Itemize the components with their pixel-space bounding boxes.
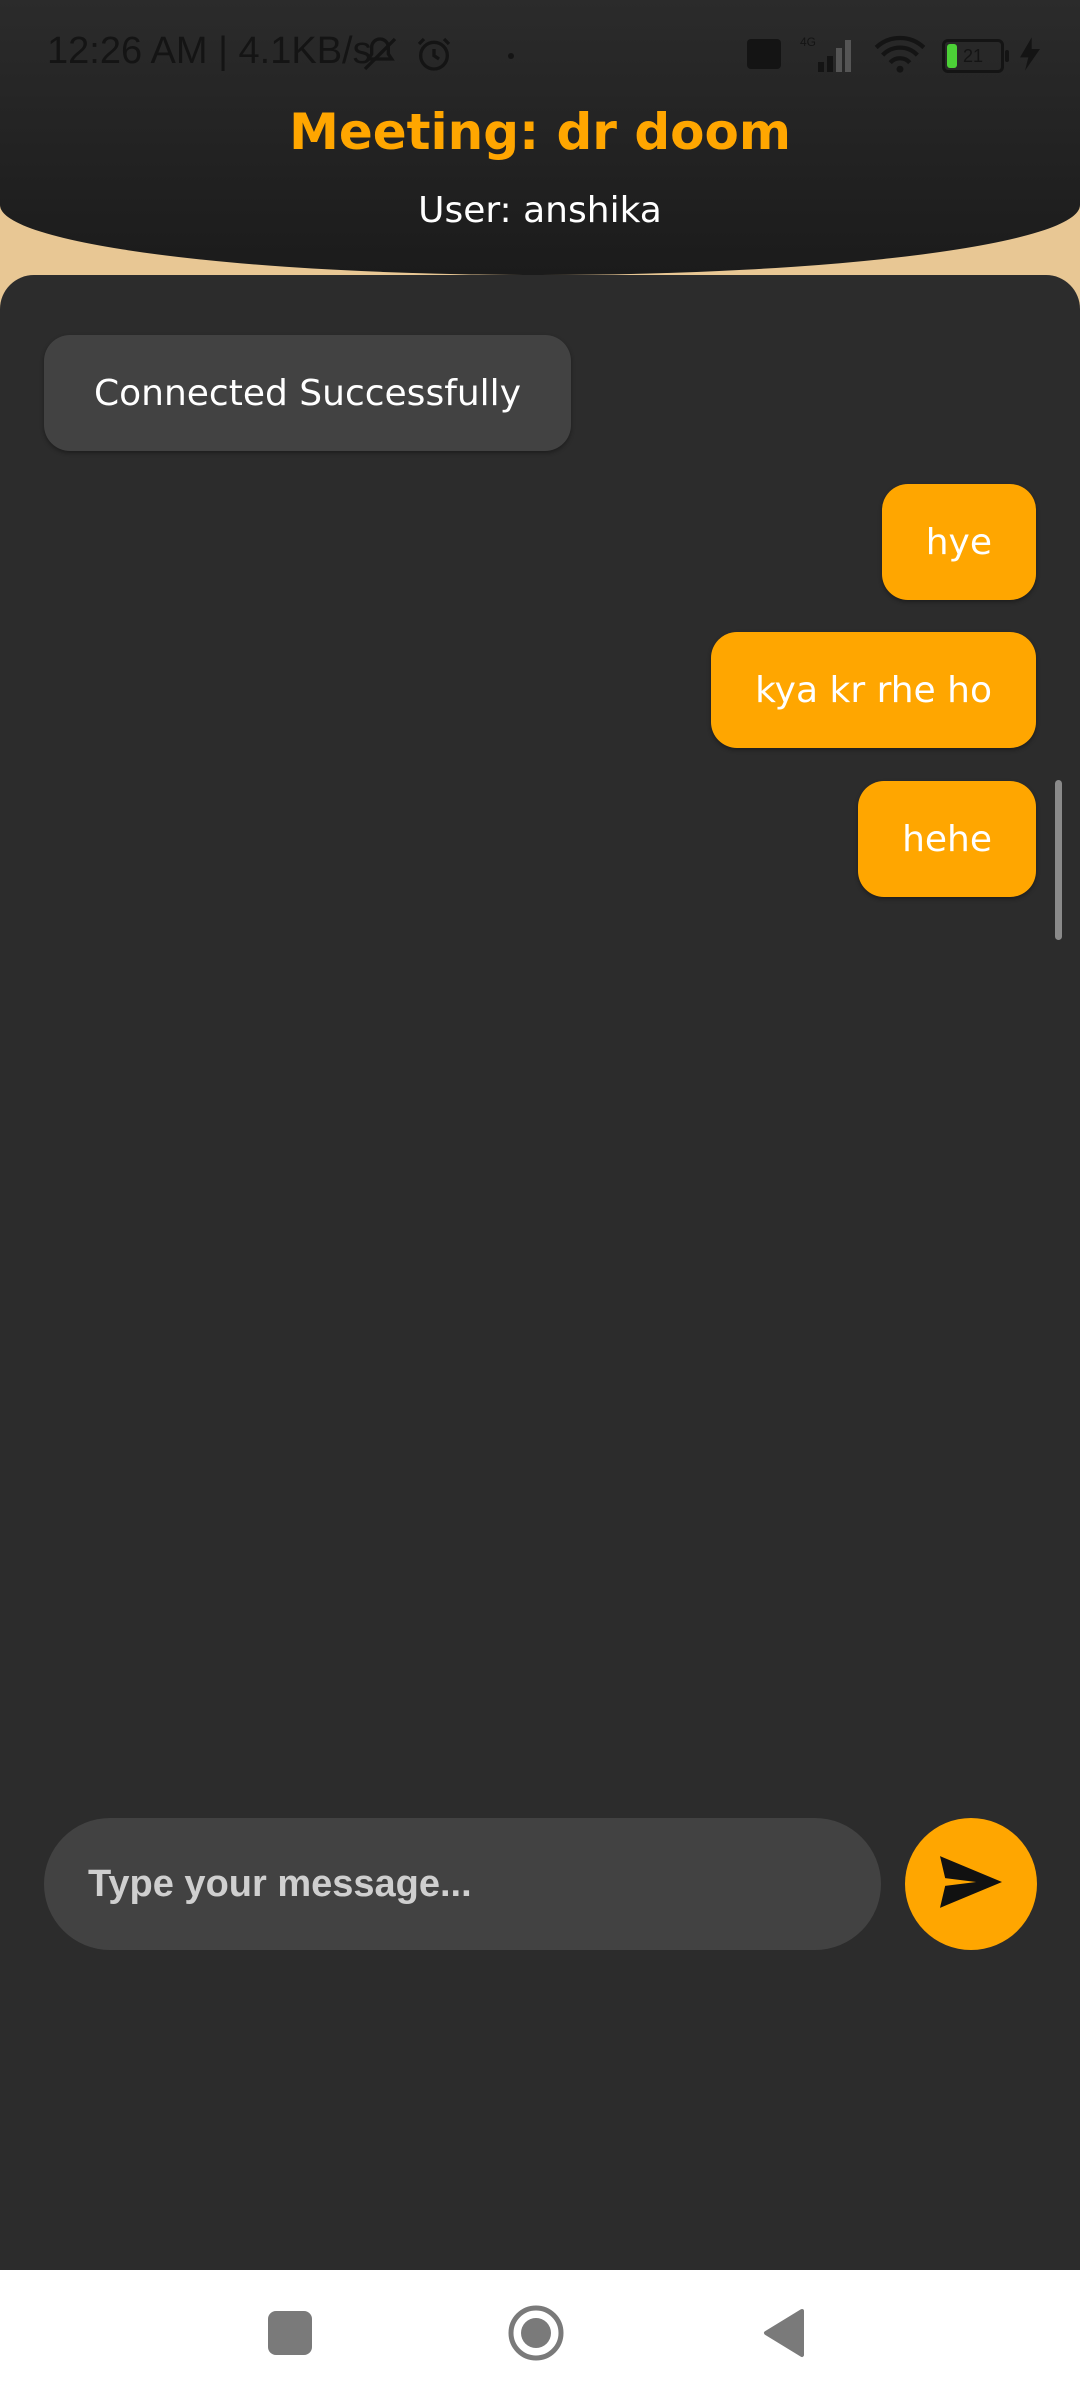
- battery-level: [947, 44, 957, 68]
- status-bar: 12:26 AM | 4.1KB/s 4G 21: [0, 0, 1080, 112]
- user-label: User: anshika: [418, 190, 662, 231]
- system-nav-bar: [0, 2270, 1080, 2400]
- mute-icon: [360, 34, 400, 78]
- send-button[interactable]: [905, 1818, 1037, 1950]
- charging-icon: [1020, 37, 1040, 75]
- outgoing-message: hehe: [858, 781, 1036, 897]
- status-icons-right: 4G 21: [746, 34, 1040, 78]
- chat-panel[interactable]: Connected Successfully hye kya kr rhe ho…: [0, 275, 1080, 2270]
- alarm-icon: [414, 34, 454, 78]
- battery-icon: 21: [942, 39, 1009, 73]
- scrollbar[interactable]: [1055, 780, 1062, 940]
- battery-percent: 21: [962, 46, 984, 66]
- back-button[interactable]: [762, 2307, 806, 2359]
- signal-icon: 4G: [798, 34, 858, 78]
- outgoing-message: kya kr rhe ho: [711, 632, 1036, 748]
- notification-dot: [508, 53, 514, 59]
- send-icon: [940, 1856, 1002, 1912]
- recents-button[interactable]: [268, 2311, 312, 2355]
- status-time: 12:26 AM | 4.1KB/s: [47, 30, 372, 72]
- volte-icon: [746, 38, 782, 74]
- status-icons-left: [360, 34, 514, 78]
- meeting-title: Meeting: dr doom: [289, 103, 791, 161]
- system-message: Connected Successfully: [44, 335, 571, 451]
- wifi-icon: [874, 34, 926, 78]
- outgoing-message: hye: [881, 484, 1036, 600]
- message-input[interactable]: [44, 1818, 881, 1950]
- svg-text:4G: 4G: [800, 35, 816, 49]
- home-button[interactable]: [508, 2305, 564, 2361]
